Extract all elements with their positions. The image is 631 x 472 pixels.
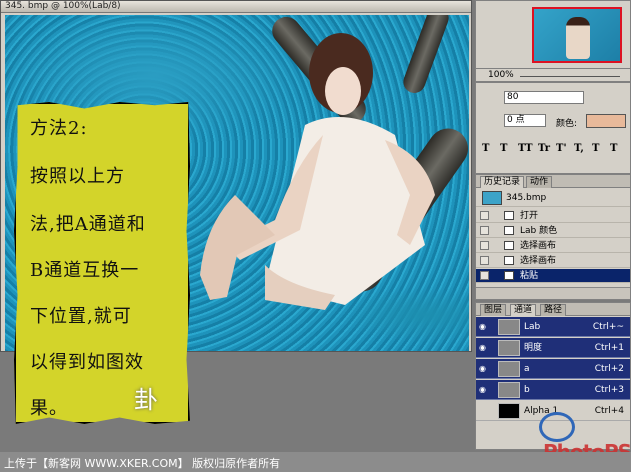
history-item[interactable]: 选择画布 <box>476 254 630 268</box>
history-item[interactable]: Lab 颜色 <box>476 224 630 238</box>
history-item[interactable]: 选择画布 <box>476 239 630 253</box>
note-line-3: 法,把A通道和 <box>30 214 146 235</box>
font-size-field[interactable]: 80 <box>504 91 584 104</box>
channel-name: a <box>524 364 530 374</box>
history-source-checkbox[interactable] <box>480 211 489 220</box>
note-line-6: 以得到如图效 <box>30 352 144 373</box>
history-panel: 历史记录 动作 345.bmp 打开 Lab 颜色 选择画布 选择画布 粘贴 <box>475 174 631 300</box>
small-caps-button[interactable]: Tr <box>538 143 550 154</box>
channel-name: Lab <box>524 322 541 332</box>
history-source-checkbox[interactable] <box>480 241 489 250</box>
history-step-icon <box>504 211 514 220</box>
text-color-swatch[interactable] <box>586 114 626 128</box>
tracking-field[interactable]: 0 点 <box>504 114 546 127</box>
note-line-1: 方法2: <box>30 118 88 139</box>
tab-layers[interactable]: 图层 <box>480 304 507 316</box>
underline-button[interactable]: T <box>592 143 599 154</box>
snapshot-thumbnail-icon <box>482 191 502 205</box>
faux-bold-button[interactable]: T <box>482 143 489 154</box>
channel-row[interactable]: ◉ 明度 Ctrl+1 <box>476 338 630 358</box>
footer-text: 上传于【新客网 WWW.XKER.COM】 版权归原作者所有 <box>4 457 281 470</box>
zoom-value[interactable]: 100% <box>488 70 514 80</box>
history-item-selected[interactable]: 粘贴 <box>476 269 630 283</box>
channel-shortcut: Ctrl+2 <box>594 364 624 374</box>
note-line-7: 果。 <box>30 398 68 419</box>
channel-row[interactable]: ◉ b Ctrl+3 <box>476 380 630 400</box>
navigator-thumbnail[interactable] <box>532 7 622 63</box>
channel-shortcut: Ctrl+1 <box>594 343 624 353</box>
history-item-label: 选择画布 <box>520 241 557 251</box>
history-step-icon <box>504 241 514 250</box>
history-step-icon <box>504 226 514 235</box>
history-toolbar <box>476 287 630 299</box>
document-title[interactable]: 345. bmp @ 100%(Lab/8) <box>1 1 471 13</box>
tab-history[interactable]: 历史记录 <box>480 176 525 188</box>
note-line-2: 按照以上方 <box>30 166 125 187</box>
note-line-4: B通道互换一 <box>30 260 140 281</box>
tab-paths[interactable]: 路径 <box>540 304 567 316</box>
history-tabs: 历史记录 动作 <box>476 175 630 188</box>
history-item-label: Lab 颜色 <box>520 226 558 236</box>
navigator-zoom-row: 100% <box>475 68 631 82</box>
brand-ring-icon <box>539 412 575 442</box>
channel-name: 明度 <box>524 343 543 353</box>
strikethrough-button[interactable]: T <box>610 143 617 154</box>
subscript-button[interactable]: T, <box>574 143 584 154</box>
snapshot-label: 345.bmp <box>506 193 547 203</box>
history-source-checkbox[interactable] <box>480 226 489 235</box>
zoom-slider[interactable] <box>520 76 620 77</box>
history-source-checkbox[interactable] <box>480 256 489 265</box>
faux-italic-button[interactable]: T <box>500 143 507 154</box>
channel-name: b <box>524 385 530 395</box>
character-panel: 80 0 点 颜色: T T TT Tr T' T, T T <box>475 82 631 174</box>
eye-icon[interactable]: ◉ <box>479 343 491 352</box>
channel-thumbnail <box>498 403 520 419</box>
channel-row[interactable]: ◉ a Ctrl+2 <box>476 359 630 379</box>
history-source-checkbox[interactable] <box>480 271 489 280</box>
channels-tabs: 图层 通道 路径 <box>476 303 630 316</box>
channel-thumbnail <box>498 382 520 398</box>
history-snapshot[interactable]: 345.bmp <box>476 189 630 207</box>
superscript-button[interactable]: T' <box>556 143 567 154</box>
note-line-5: 下位置,就可 <box>30 306 132 327</box>
history-item-label: 打开 <box>520 211 539 221</box>
thumbnail-figure <box>566 17 590 59</box>
history-item-label: 粘贴 <box>520 271 539 281</box>
channel-thumbnail <box>498 319 520 335</box>
channel-shortcut: Ctrl+3 <box>594 385 624 395</box>
footer-bar: 上传于【新客网 WWW.XKER.COM】 版权归原作者所有 <box>0 452 631 472</box>
channel-row[interactable]: ◉ Lab Ctrl+~ <box>476 317 630 337</box>
tab-actions[interactable]: 动作 <box>526 176 553 188</box>
eye-icon[interactable]: ◉ <box>479 364 491 373</box>
channel-thumbnail <box>498 340 520 356</box>
eye-icon[interactable]: ◉ <box>479 322 491 331</box>
history-item[interactable]: 打开 <box>476 209 630 223</box>
history-item-label: 选择画布 <box>520 256 557 266</box>
navigator-panel <box>475 0 631 70</box>
eye-icon[interactable]: ◉ <box>479 385 491 394</box>
instruction-note: 方法2: 按照以上方 法,把A通道和 B通道互换一 下位置,就可 以得到如图效 … <box>14 102 190 424</box>
channel-thumbnail <box>498 361 520 377</box>
channel-shortcut: Ctrl+~ <box>592 322 624 332</box>
color-label: 颜色: <box>556 119 578 129</box>
author-logo: 卦 <box>134 386 158 414</box>
history-step-icon <box>504 271 514 280</box>
tab-channels[interactable]: 通道 <box>510 304 537 316</box>
history-step-icon <box>504 256 514 265</box>
all-caps-button[interactable]: TT <box>518 143 533 154</box>
